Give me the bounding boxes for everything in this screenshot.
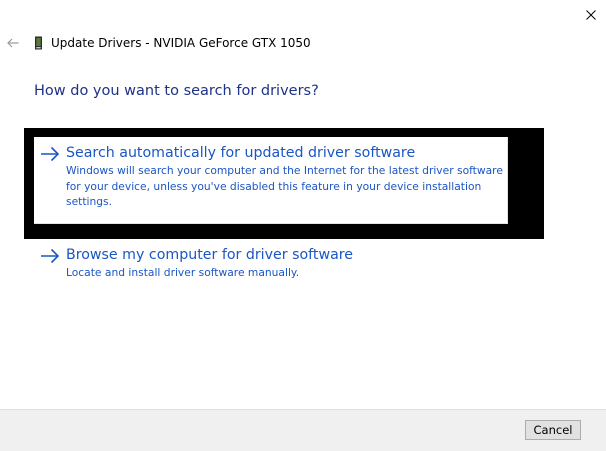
browse-computer-option[interactable]: Browse my computer for driver software L… — [34, 239, 508, 284]
close-button[interactable] — [576, 0, 606, 30]
back-button[interactable] — [6, 36, 20, 50]
option-text: Search automatically for updated driver … — [66, 145, 504, 210]
update-drivers-window: Update Drivers - NVIDIA GeForce GTX 1050… — [0, 0, 606, 451]
window-header: Update Drivers - NVIDIA GeForce GTX 1050 — [6, 34, 311, 52]
window-title: Update Drivers - NVIDIA GeForce GTX 1050 — [51, 36, 311, 50]
dialog-footer: Cancel — [0, 409, 606, 451]
graphics-card-icon — [33, 36, 44, 51]
option-text: Browse my computer for driver software L… — [66, 247, 504, 281]
page-heading: How do you want to search for drivers? — [34, 83, 319, 99]
option-title: Search automatically for updated driver … — [66, 145, 416, 161]
option-title: Browse my computer for driver software — [66, 247, 354, 263]
close-icon — [586, 10, 596, 20]
back-arrow-icon — [7, 38, 19, 48]
arrow-right-icon — [41, 248, 60, 264]
arrow-right-icon — [41, 146, 60, 162]
option-description: Windows will search your computer and th… — [66, 164, 503, 208]
search-automatically-option[interactable]: Search automatically for updated driver … — [34, 137, 508, 224]
cancel-button[interactable]: Cancel — [525, 420, 581, 440]
option-description: Locate and install driver software manua… — [66, 266, 300, 279]
